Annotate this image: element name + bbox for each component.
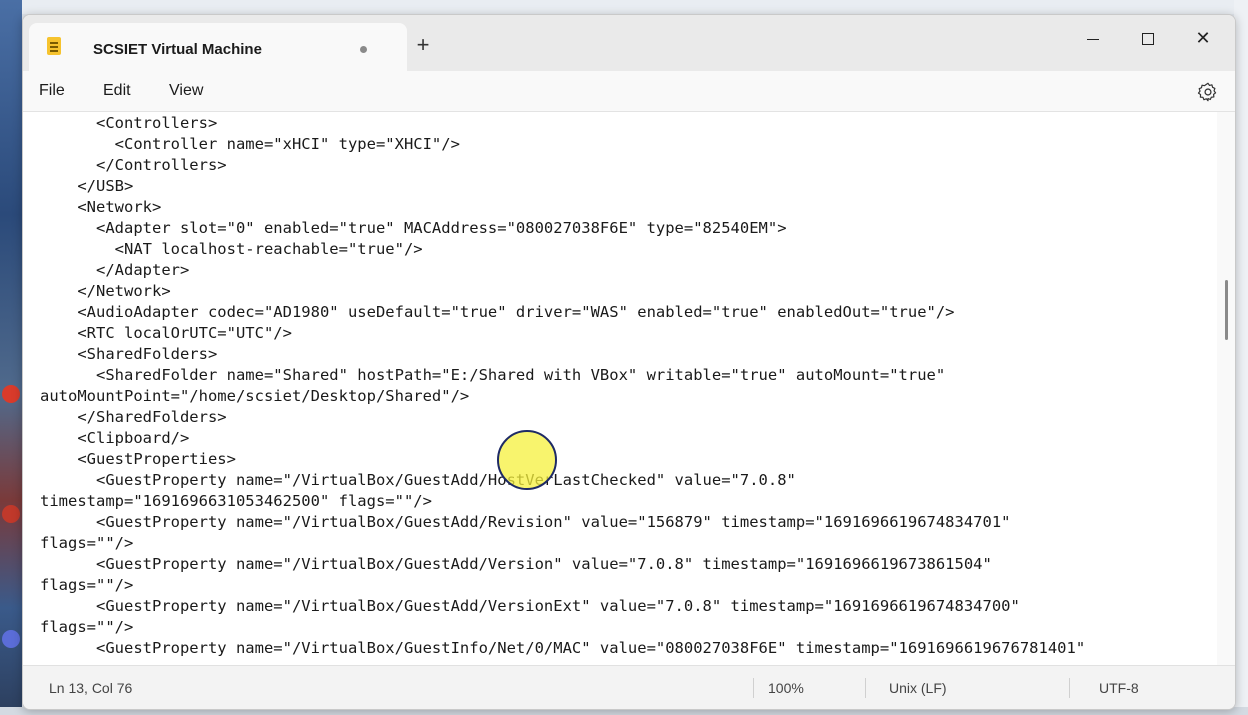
editor-line: <GuestProperties> — [40, 450, 236, 468]
editor-line: <Adapter slot="0" enabled="true" MACAddr… — [40, 219, 787, 237]
new-tab-button[interactable]: + — [411, 33, 435, 57]
editor-line: autoMountPoint="/home/scsiet/Desktop/Sha… — [40, 387, 470, 405]
editor-line: <Controller name="xHCI" type="XHCI"/> — [40, 135, 460, 153]
editor-line: timestamp="1691696631053462500" flags=""… — [40, 492, 432, 510]
editor-line: <GuestProperty name="/VirtualBox/GuestAd… — [40, 513, 1011, 531]
desktop-background-left — [0, 0, 22, 715]
editor-line: <Clipboard/> — [40, 429, 190, 447]
editor-line: </Controllers> — [40, 156, 227, 174]
editor-line: <GuestProperty name="/VirtualBox/GuestAd… — [40, 555, 992, 573]
editor-line: flags=""/> — [40, 534, 134, 552]
editor-line: <NAT localhost-reachable="true"/> — [40, 240, 423, 258]
encoding[interactable]: UTF-8 — [1099, 680, 1139, 696]
notepad-app-icon — [47, 37, 61, 55]
scrollbar-thumb[interactable] — [1225, 280, 1228, 340]
minimize-icon — [1087, 38, 1099, 40]
tab-title: SCSIET Virtual Machine — [93, 41, 262, 58]
notepad-window: SCSIET Virtual Machine + ✕ File Edit Vie… — [22, 14, 1236, 710]
line-ending[interactable]: Unix (LF) — [889, 680, 947, 696]
status-bar: Ln 13, Col 76 100% Unix (LF) UTF-8 — [23, 665, 1235, 709]
editor-line: </Network> — [40, 282, 171, 300]
editor-line: </SharedFolders> — [40, 408, 227, 426]
desktop-background-right — [1234, 0, 1248, 715]
desktop-background-top — [0, 0, 1248, 14]
minimize-button[interactable] — [1070, 21, 1116, 55]
maximize-icon — [1142, 33, 1154, 46]
text-editor[interactable]: <Controllers> <Controller name="xHCI" ty… — [23, 112, 1217, 665]
cursor-position: Ln 13, Col 76 — [49, 680, 133, 696]
editor-line: flags=""/> — [40, 576, 134, 594]
desktop-app-icon — [2, 630, 20, 648]
mouse-cursor-highlight — [497, 430, 557, 490]
menu-bar: File Edit View — [23, 71, 1235, 112]
editor-line: <SharedFolder name="Shared" hostPath="E:… — [40, 366, 946, 384]
status-divider — [753, 678, 754, 698]
close-button[interactable]: ✕ — [1180, 21, 1226, 55]
status-divider — [865, 678, 866, 698]
zoom-level[interactable]: 100% — [768, 680, 804, 696]
editor-line: <SharedFolders> — [40, 345, 218, 363]
menu-edit[interactable]: Edit — [103, 82, 131, 100]
menu-file[interactable]: File — [39, 82, 65, 100]
editor-line: <GuestProperty name="/VirtualBox/GuestIn… — [40, 639, 1086, 657]
tab-document[interactable]: SCSIET Virtual Machine — [29, 23, 407, 71]
settings-gear-icon[interactable] — [1197, 81, 1219, 103]
maximize-button[interactable] — [1125, 21, 1171, 55]
menu-view[interactable]: View — [169, 82, 203, 100]
unsaved-dot-icon[interactable] — [360, 46, 367, 53]
editor-line: <RTC localOrUTC="UTC"/> — [40, 324, 292, 342]
editor-line: flags=""/> — [40, 618, 134, 636]
editor-line: </USB> — [40, 177, 134, 195]
status-divider — [1069, 678, 1070, 698]
editor-line: </Adapter> — [40, 261, 190, 279]
editor-line: <GuestProperty name="/VirtualBox/GuestAd… — [40, 471, 796, 489]
vertical-scrollbar[interactable] — [1217, 112, 1235, 665]
title-bar: SCSIET Virtual Machine + ✕ — [23, 15, 1235, 71]
desktop-app-icon — [2, 505, 20, 523]
desktop-app-icon — [2, 385, 20, 403]
editor-line: <Network> — [40, 198, 162, 216]
editor-line: <Controllers> — [40, 114, 218, 132]
editor-line: <AudioAdapter codec="AD1980" useDefault=… — [40, 303, 955, 321]
editor-line: <GuestProperty name="/VirtualBox/GuestAd… — [40, 597, 1020, 615]
